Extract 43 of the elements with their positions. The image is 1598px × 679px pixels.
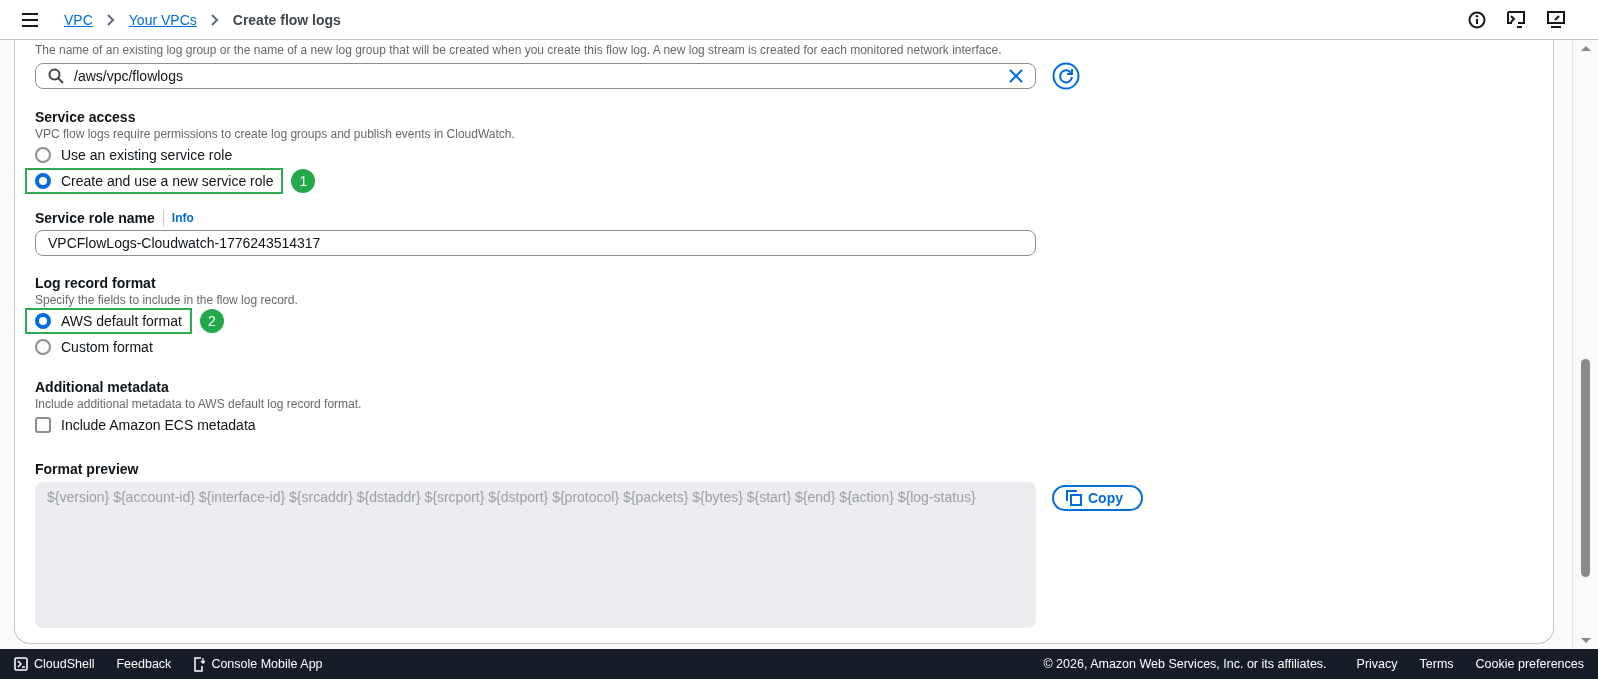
- copyright-text: © 2026, Amazon Web Services, Inc. or its affiliates.: [1043, 657, 1327, 671]
- monitor-icon[interactable]: [1546, 10, 1566, 29]
- menu-icon[interactable]: [22, 12, 38, 27]
- section-title: Service access: [35, 108, 137, 126]
- copy-button[interactable]: Copy: [1052, 485, 1143, 511]
- step-badge: 2: [199, 309, 224, 333]
- info-link[interactable]: Info: [163, 211, 194, 225]
- radio-option[interactable]: Use an existing service role: [25, 142, 243, 168]
- step-badge: 1: [291, 169, 316, 193]
- refresh-icon[interactable]: [1052, 62, 1080, 90]
- section-title: Log record format: [35, 274, 157, 292]
- search-field[interactable]: /aws/vpc/flowlogs: [35, 63, 1036, 89]
- chevron-icon: [210, 13, 219, 26]
- footer-link[interactable]: CloudShell: [14, 657, 95, 671]
- radio-option[interactable]: Custom format: [25, 334, 163, 360]
- footer-link[interactable]: Console Mobile App: [193, 656, 323, 672]
- footer-link[interactable]: Privacy: [1356, 657, 1398, 671]
- section-description: Include additional metadata to AWS default log record format.: [35, 396, 363, 412]
- radio-option[interactable]: AWS default format: [25, 308, 192, 334]
- field-description: The name of an existing log group or the name of a new log group that will be created when you create this flow log. A new log stream is created for each monitored network interface.: [35, 42, 1003, 58]
- breadcrumb-current: Create flow logs: [231, 11, 342, 28]
- terminal-icon: [14, 657, 28, 671]
- copy-icon: [1066, 490, 1082, 506]
- radio-option[interactable]: Create and use a new service role: [25, 168, 284, 194]
- monitor-icon[interactable]: [1506, 10, 1526, 29]
- close-icon[interactable]: [1009, 69, 1023, 83]
- footer-link[interactable]: Cookie preferences: [1475, 657, 1584, 671]
- phone-icon: [193, 656, 206, 672]
- section-title: Additional metadata: [35, 378, 170, 396]
- section-description: Specify the fields to include in the flow log record.: [35, 292, 299, 308]
- breadcrumb-link[interactable]: VPC: [60, 11, 97, 28]
- field-label: Service role name: [35, 210, 164, 226]
- input-field[interactable]: VPCFlowLogs-Cloudwatch-1776243514317: [35, 230, 1036, 256]
- search-icon: [48, 68, 64, 84]
- footer-link[interactable]: Terms: [1419, 657, 1454, 671]
- text-area: ${version} ${account-id} ${interface-id} ${srcaddr} ${dstaddr} ${srcport} ${dstport} ${protocol} ${packets} ${bytes} ${start} ${end} ${action} ${log-status}: [35, 482, 1036, 628]
- breadcrumb-link[interactable]: Your VPCs: [124, 11, 201, 28]
- info-icon[interactable]: [1468, 10, 1486, 29]
- section-description: VPC flow logs require permissions to create log groups and publish events in CloudWatch.: [35, 126, 516, 142]
- chevron-icon: [106, 13, 115, 26]
- checkbox-option[interactable]: Include Amazon ECS metadata: [25, 412, 266, 438]
- footer-link[interactable]: Feedback: [116, 657, 172, 671]
- field-label: Format preview: [35, 460, 140, 478]
